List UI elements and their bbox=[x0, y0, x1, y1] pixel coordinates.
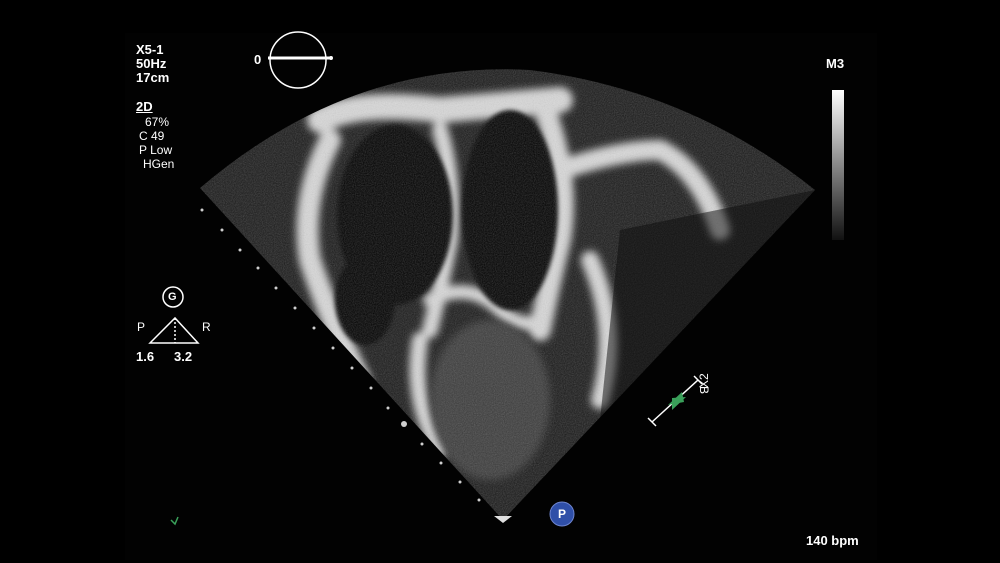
small-green-marker bbox=[170, 516, 179, 526]
mode-power: P Low bbox=[139, 143, 173, 157]
grayscale-bar bbox=[832, 90, 844, 240]
mode-gain: 67% bbox=[145, 115, 170, 129]
orientation-right-value: 3.2 bbox=[174, 349, 193, 364]
mode-label: 2D bbox=[136, 99, 153, 114]
rotation-angle: 0 bbox=[254, 52, 262, 67]
probe-name: X5-1 bbox=[136, 42, 164, 57]
apex-marker bbox=[494, 516, 512, 523]
map-label: M3 bbox=[826, 56, 845, 71]
plane-indicator-icon bbox=[647, 375, 703, 427]
orientation-r: R bbox=[202, 320, 211, 334]
mode-gen: HGen bbox=[143, 157, 175, 171]
orientation-p: P bbox=[137, 320, 146, 334]
probe-depth: 17cm bbox=[136, 70, 170, 85]
heart-rate: 140 bpm bbox=[806, 533, 859, 548]
rotation-angle-icon bbox=[268, 31, 333, 89]
mode-compress: C 49 bbox=[139, 129, 165, 143]
plane-b-label: B bbox=[697, 386, 711, 395]
orientation-left-value: 1.6 bbox=[136, 349, 155, 364]
probe-frequency: 50Hz bbox=[136, 56, 167, 71]
echo-tissue bbox=[200, 69, 815, 520]
marker-label: P bbox=[558, 507, 567, 521]
orientation-g: G bbox=[168, 291, 177, 303]
